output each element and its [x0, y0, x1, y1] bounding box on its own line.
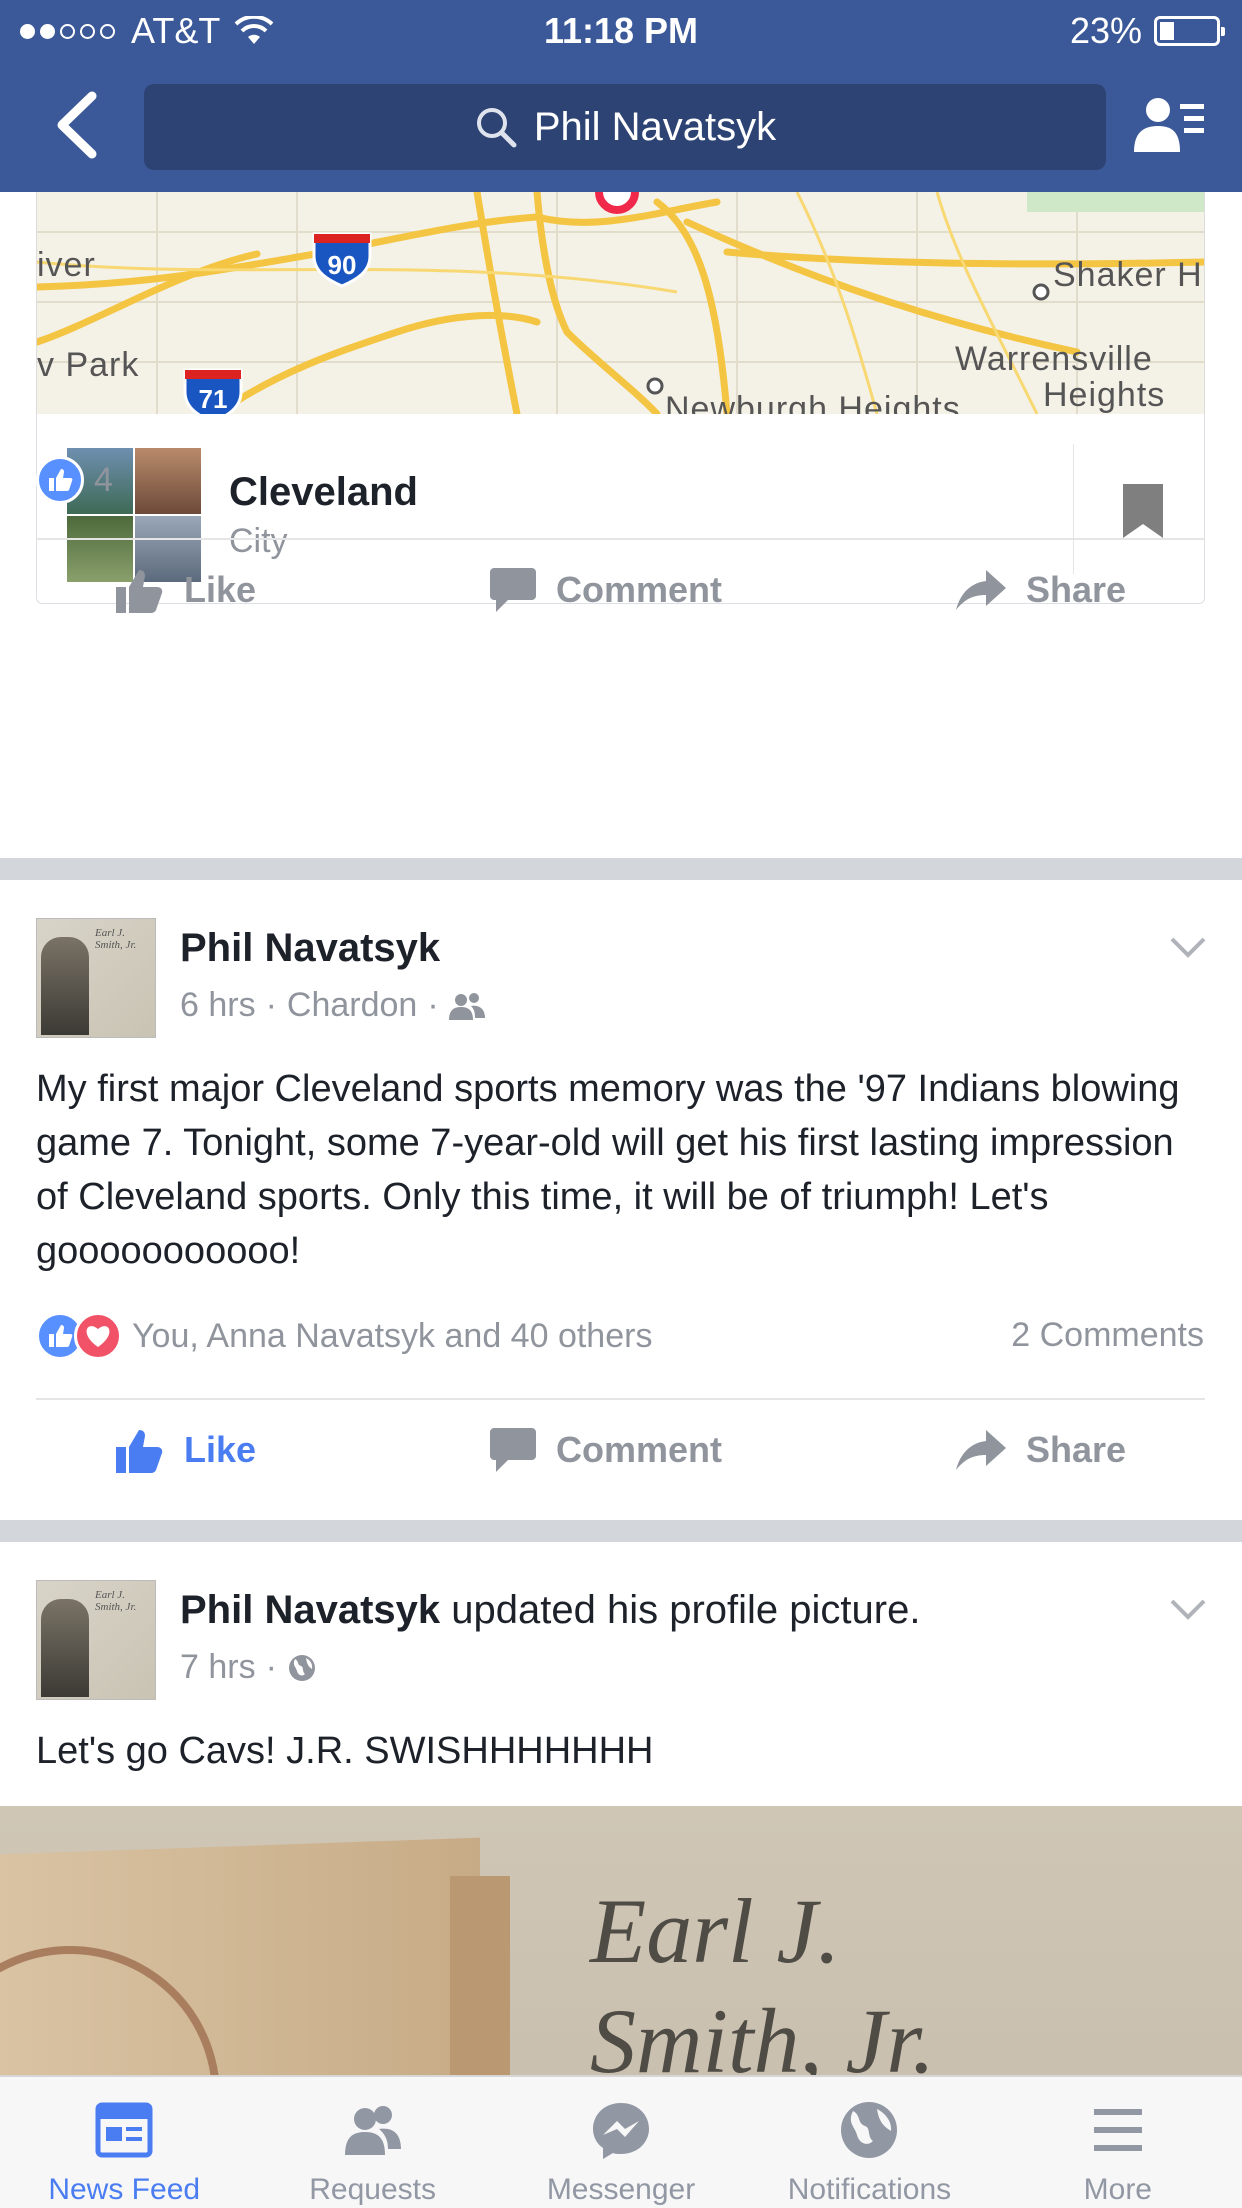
map-label-park: v Park [37, 346, 140, 384]
nav-row: Phil Navatsyk [0, 64, 1242, 192]
reaction-names: You, Anna Navatsyk and 40 others [132, 1316, 653, 1355]
avatar[interactable]: Earl J. Smith, Jr. [36, 918, 156, 1038]
map-preview[interactable]: 90 71 iver v Park Shaker H Warrensville … [36, 192, 1205, 414]
comment-icon [490, 568, 536, 612]
share-button[interactable]: Share [956, 540, 1126, 640]
like-button[interactable]: Like [116, 540, 256, 640]
like-button[interactable]: Like [116, 1400, 256, 1500]
interstate-71-shield: 71 [183, 368, 243, 414]
love-reaction-icon [74, 1312, 122, 1360]
like-count: 4 [94, 460, 113, 499]
menu-icon [1093, 2109, 1142, 2151]
tab-messenger[interactable]: Messenger [497, 2077, 745, 2208]
interstate-90-shield: 90 [312, 232, 372, 288]
reaction-summary[interactable]: You, Anna Navatsyk and 40 others [36, 1310, 652, 1362]
share-arrow-icon [956, 570, 1006, 610]
top-bar: AT&T 11:18 PM 23% Phil Navatsyk [0, 0, 1242, 192]
battery-status: 23% [1069, 10, 1225, 52]
battery-percent: 23% [1069, 10, 1142, 51]
search-query: Phil Navatsyk [533, 104, 777, 149]
tab-more[interactable]: More [994, 2077, 1242, 2208]
place-name: Cleveland [229, 470, 418, 514]
comments-count[interactable]: 2 Comments [1011, 1316, 1204, 1355]
search-icon [476, 108, 517, 148]
battery-icon [1154, 16, 1225, 46]
post-author[interactable]: Phil Navatsyk [180, 926, 440, 971]
comment-button[interactable]: Comment [490, 540, 722, 640]
comment-button[interactable]: Comment [490, 1400, 722, 1500]
bookmark-icon[interactable] [1123, 484, 1163, 538]
news-feed-icon [95, 2102, 153, 2158]
tab-notifications[interactable]: Notifications [745, 2077, 993, 2208]
tab-news-feed[interactable]: News Feed [0, 2077, 248, 2208]
comment-icon [490, 1428, 536, 1472]
chevron-down-icon[interactable] [1170, 1598, 1206, 1622]
profile-photo[interactable]: Earl J. Smith, Jr. [0, 1806, 1242, 2075]
post-action-text: updated his profile picture. [451, 1588, 921, 1632]
post-location[interactable]: Chardon [287, 986, 417, 1025]
map-label-river: iver [37, 246, 96, 284]
post-actions: Like Comment Share [0, 1400, 1242, 1500]
avatar-caption-line2: Smith, Jr. [95, 1601, 137, 1613]
post-text: My first major Cleveland sports memory w… [36, 1068, 1180, 1272]
status-time: 11:18 PM [543, 10, 699, 51]
map-label-heights: Heights [1043, 376, 1166, 414]
globe-icon [841, 2102, 898, 2158]
like-reaction-icon [36, 456, 84, 504]
post-time[interactable]: 6 hrs [180, 986, 256, 1025]
feed-separator [0, 858, 1242, 880]
thumbs-up-icon [116, 570, 163, 613]
search-bar[interactable]: Phil Navatsyk [144, 84, 1106, 170]
reaction-summary[interactable]: 4 [36, 454, 113, 506]
news-feed[interactable]: 90 71 iver v Park Shaker H Warrensville … [0, 192, 1242, 2075]
post-author-line: Phil Navatsyk updated his profile pictur… [180, 1588, 920, 1633]
map-label-shaker: Shaker H [1053, 256, 1203, 294]
status-bar: AT&T 11:18 PM 23% [0, 0, 1242, 64]
avatar-caption-line1: Earl J. [95, 1589, 125, 1601]
back-chevron-icon[interactable] [48, 90, 108, 160]
share-arrow-icon [956, 1430, 1006, 1470]
tab-requests[interactable]: Requests [248, 2077, 496, 2208]
chevron-down-icon[interactable] [1170, 936, 1206, 960]
post-time[interactable]: 7 hrs [180, 1648, 256, 1687]
post-actions: Like Comment Share [0, 540, 1242, 640]
tab-bar: News Feed Requests Messenger Notificatio… [0, 2075, 1242, 2208]
map-label-warrensville: Warrensville [955, 340, 1153, 378]
post-author[interactable]: Phil Navatsyk [180, 1588, 440, 1632]
avatar-caption-line1: Earl J. [95, 927, 125, 939]
requests-icon [344, 2106, 401, 2155]
post-meta: 7 hrs · [180, 1648, 317, 1687]
globe-icon [288, 1654, 315, 1681]
map-roads: 90 71 [37, 192, 1204, 414]
post-text: Let's go Cavs! J.R. SWISHHHHHHH [36, 1730, 654, 1772]
map-label-newburgh: Newburgh Heights [665, 390, 961, 414]
svg-text:90: 90 [328, 250, 357, 280]
thumbs-up-icon [116, 1430, 163, 1473]
friends-icon [448, 992, 485, 1020]
share-button[interactable]: Share [956, 1400, 1126, 1500]
avatar[interactable]: Earl J. Smith, Jr. [36, 1580, 156, 1700]
svg-text:71: 71 [199, 384, 228, 414]
photo-caption: Earl J. Smith, Jr. [590, 1880, 935, 2075]
feed-separator [0, 1520, 1242, 1542]
avatar-caption-line2: Smith, Jr. [95, 939, 137, 951]
messenger-icon [593, 2103, 650, 2159]
friends-list-icon[interactable] [1134, 94, 1206, 158]
post-meta: 6 hrs · Chardon · [180, 986, 485, 1025]
